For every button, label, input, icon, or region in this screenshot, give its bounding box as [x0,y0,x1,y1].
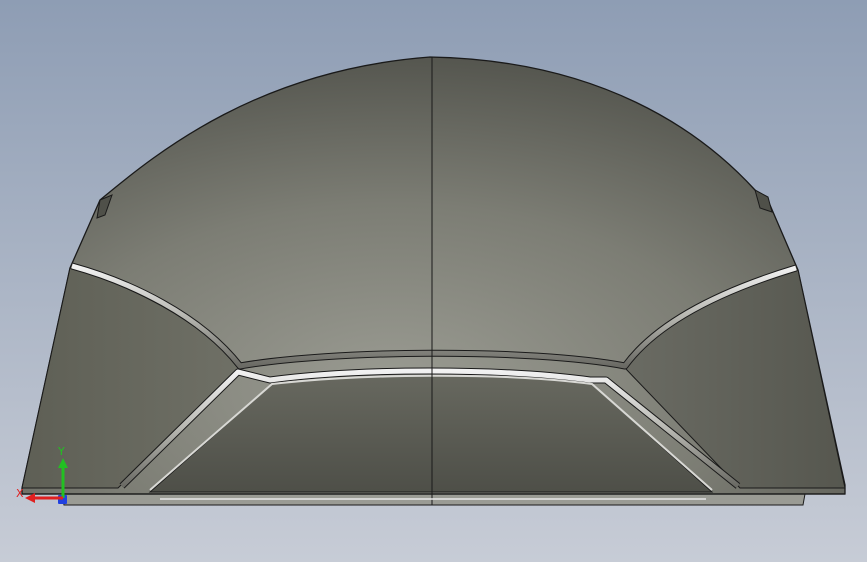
model-view[interactable]: X Y [0,0,867,562]
y-axis-label: Y [57,445,65,458]
3d-viewport[interactable]: X Y [0,0,867,562]
x-axis-label: X [16,487,24,500]
